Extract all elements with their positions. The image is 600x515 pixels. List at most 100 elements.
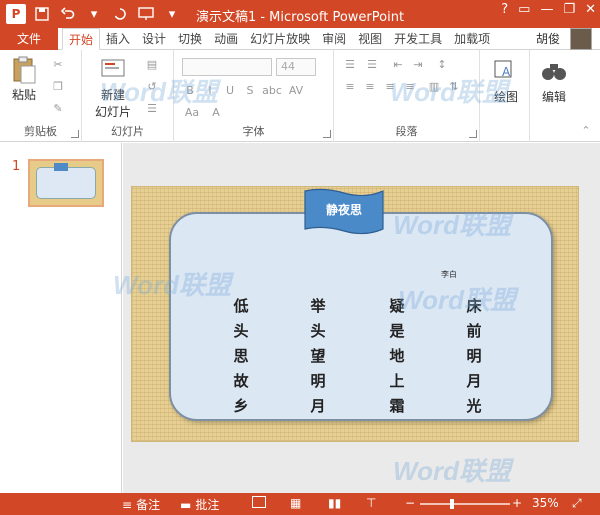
poem-character: 乡 <box>233 397 249 415</box>
columns-icon[interactable]: ▥ <box>426 80 442 94</box>
tab-review[interactable]: 审阅 <box>316 28 352 50</box>
normal-view-button[interactable] <box>252 496 266 508</box>
minimize-icon[interactable]: — <box>540 2 553 17</box>
zoom-level[interactable]: 35% <box>532 496 559 510</box>
group-paragraph: ☰ ☰ ⇤ ⇥ ↕ ≡ ≡ ≡ ≡ ▥ ⇅ 段落 <box>334 50 480 142</box>
paragraph-launcher-icon[interactable] <box>469 130 477 138</box>
change-case-button[interactable]: Aa <box>182 106 202 120</box>
decrease-indent-icon[interactable]: ⇤ <box>390 58 406 72</box>
tab-view[interactable]: 视图 <box>352 28 388 50</box>
font-name-combo[interactable] <box>182 58 272 76</box>
tab-design[interactable]: 设计 <box>136 28 172 50</box>
ribbon: 粘贴 ✂ ❐ ✎ 剪贴板 新建 幻灯片 ▤ ↺ ☰ 幻灯片 44 B I U S… <box>0 50 600 142</box>
italic-button[interactable]: I <box>202 84 218 98</box>
group-font-label: 字体 <box>242 125 265 138</box>
reading-view-icon: ▮▮ <box>328 496 342 510</box>
collapse-ribbon-icon[interactable]: ⌃ <box>578 124 594 138</box>
comments-button[interactable]: ▬ 批注 <box>180 496 219 513</box>
cut-icon[interactable]: ✂ <box>50 58 66 72</box>
align-left-icon[interactable]: ≡ <box>342 80 358 94</box>
tab-file[interactable]: 文件 <box>0 28 58 50</box>
editing-button[interactable]: 编辑 <box>536 58 572 105</box>
poem-card[interactable]: 李白 床前明月光 疑是地上霜 举头望明月 低头思故乡 <box>169 212 553 421</box>
close-icon[interactable]: ✕ <box>585 2 596 17</box>
bullets-icon[interactable]: ☰ <box>342 58 358 72</box>
avatar[interactable] <box>570 28 592 50</box>
new-slide-button[interactable]: 新建 幻灯片 <box>88 56 138 120</box>
format-painter-icon[interactable]: ✎ <box>50 102 66 116</box>
poem-character: 故 <box>233 372 249 390</box>
poem-character: 地 <box>389 347 405 365</box>
line-spacing-icon[interactable]: ↕ <box>434 58 450 72</box>
window-controls: ? ▭ — ❐ ✕ <box>501 2 596 17</box>
strikethrough-button[interactable]: abc <box>262 84 282 98</box>
char-spacing-button[interactable]: AV <box>286 84 306 98</box>
status-bar: ≡ 备注 ▬ 批注 ▦ ▮▮ ⊤ − + 35% ⤢ <box>0 493 600 515</box>
zoom-out-icon: − <box>405 496 416 510</box>
drawing-button[interactable]: A 绘图 <box>488 58 524 105</box>
tab-animations[interactable]: 动画 <box>208 28 244 50</box>
zoom-in-icon: + <box>512 496 523 510</box>
ribbon-display-options-icon[interactable]: ▭ <box>518 2 530 17</box>
poem-line-4: 低头思故乡 <box>230 294 252 419</box>
notes-icon: ≡ <box>122 497 133 512</box>
group-paragraph-label: 段落 <box>395 125 418 138</box>
slideshow-button[interactable]: ⊤ <box>366 496 376 510</box>
comments-label: 批注 <box>195 498 220 512</box>
text-direction-icon[interactable]: ⇅ <box>446 80 462 94</box>
poem-character: 明 <box>466 347 482 365</box>
zoom-in-button[interactable]: + <box>512 496 522 510</box>
poem-character: 月 <box>466 372 482 390</box>
slideshow-icon: ⊤ <box>366 496 377 510</box>
tab-home[interactable]: 开始 <box>62 28 101 50</box>
font-color-button[interactable]: A <box>208 106 224 120</box>
poem-character: 上 <box>389 372 405 390</box>
slide-thumbnail[interactable] <box>28 159 104 207</box>
comments-icon: ▬ <box>180 497 192 512</box>
numbering-icon[interactable]: ☰ <box>364 58 380 72</box>
font-size-combo[interactable]: 44 <box>276 58 316 76</box>
align-right-icon[interactable]: ≡ <box>382 80 398 94</box>
reading-view-button[interactable]: ▮▮ <box>328 496 341 510</box>
slide-number: 1 <box>12 159 21 174</box>
tab-developer[interactable]: 开发工具 <box>388 28 448 50</box>
poem-line-3: 举头望明月 <box>307 294 329 419</box>
tab-transitions[interactable]: 切换 <box>172 28 208 50</box>
zoom-slider[interactable] <box>420 499 510 509</box>
section-icon[interactable]: ☰ <box>144 102 160 116</box>
layout-icon[interactable]: ▤ <box>144 58 160 72</box>
restore-icon[interactable]: ❐ <box>563 2 575 17</box>
poem-line-1: 床前明月光 <box>463 294 485 419</box>
poem-character: 举 <box>310 297 326 315</box>
tab-slideshow[interactable]: 幻灯片放映 <box>244 28 316 50</box>
tab-addins[interactable]: 加载项 <box>448 28 496 50</box>
zoom-slider-handle[interactable] <box>450 499 455 509</box>
align-center-icon[interactable]: ≡ <box>362 80 378 94</box>
help-icon[interactable]: ? <box>501 2 508 17</box>
reset-icon[interactable]: ↺ <box>144 80 160 94</box>
notes-button[interactable]: ≡ 备注 <box>122 496 160 513</box>
user-name[interactable]: 胡俊 <box>536 28 560 50</box>
shadow-button[interactable]: S <box>242 84 258 98</box>
poem-character: 明 <box>310 372 326 390</box>
font-launcher-icon[interactable] <box>323 130 331 138</box>
tab-insert[interactable]: 插入 <box>100 28 136 50</box>
ribbon-tab-row: 文件 开始 插入 设计 切换 动画 幻灯片放映 审阅 视图 开发工具 加载项 胡… <box>0 28 600 50</box>
zoom-out-button[interactable]: − <box>405 496 415 510</box>
poem-character: 头 <box>310 322 326 340</box>
fit-slide-button[interactable]: ⤢ <box>572 496 582 511</box>
copy-icon[interactable]: ❐ <box>50 80 66 94</box>
paste-icon <box>10 56 38 84</box>
justify-icon[interactable]: ≡ <box>402 80 418 94</box>
current-slide[interactable]: 李白 床前明月光 疑是地上霜 举头望明月 低头思故乡 静夜思 <box>131 186 579 442</box>
bold-button[interactable]: B <box>182 84 198 98</box>
increase-indent-icon[interactable]: ⇥ <box>410 58 426 72</box>
normal-view-icon <box>252 496 266 508</box>
underline-button[interactable]: U <box>222 84 238 98</box>
slide-sorter-button[interactable]: ▦ <box>290 496 301 510</box>
clipboard-launcher-icon[interactable] <box>71 130 79 138</box>
poem-character: 思 <box>233 347 249 365</box>
paste-button[interactable]: 粘贴 <box>6 56 42 103</box>
paste-label: 粘贴 <box>11 88 36 102</box>
poem-character: 床 <box>466 297 482 315</box>
